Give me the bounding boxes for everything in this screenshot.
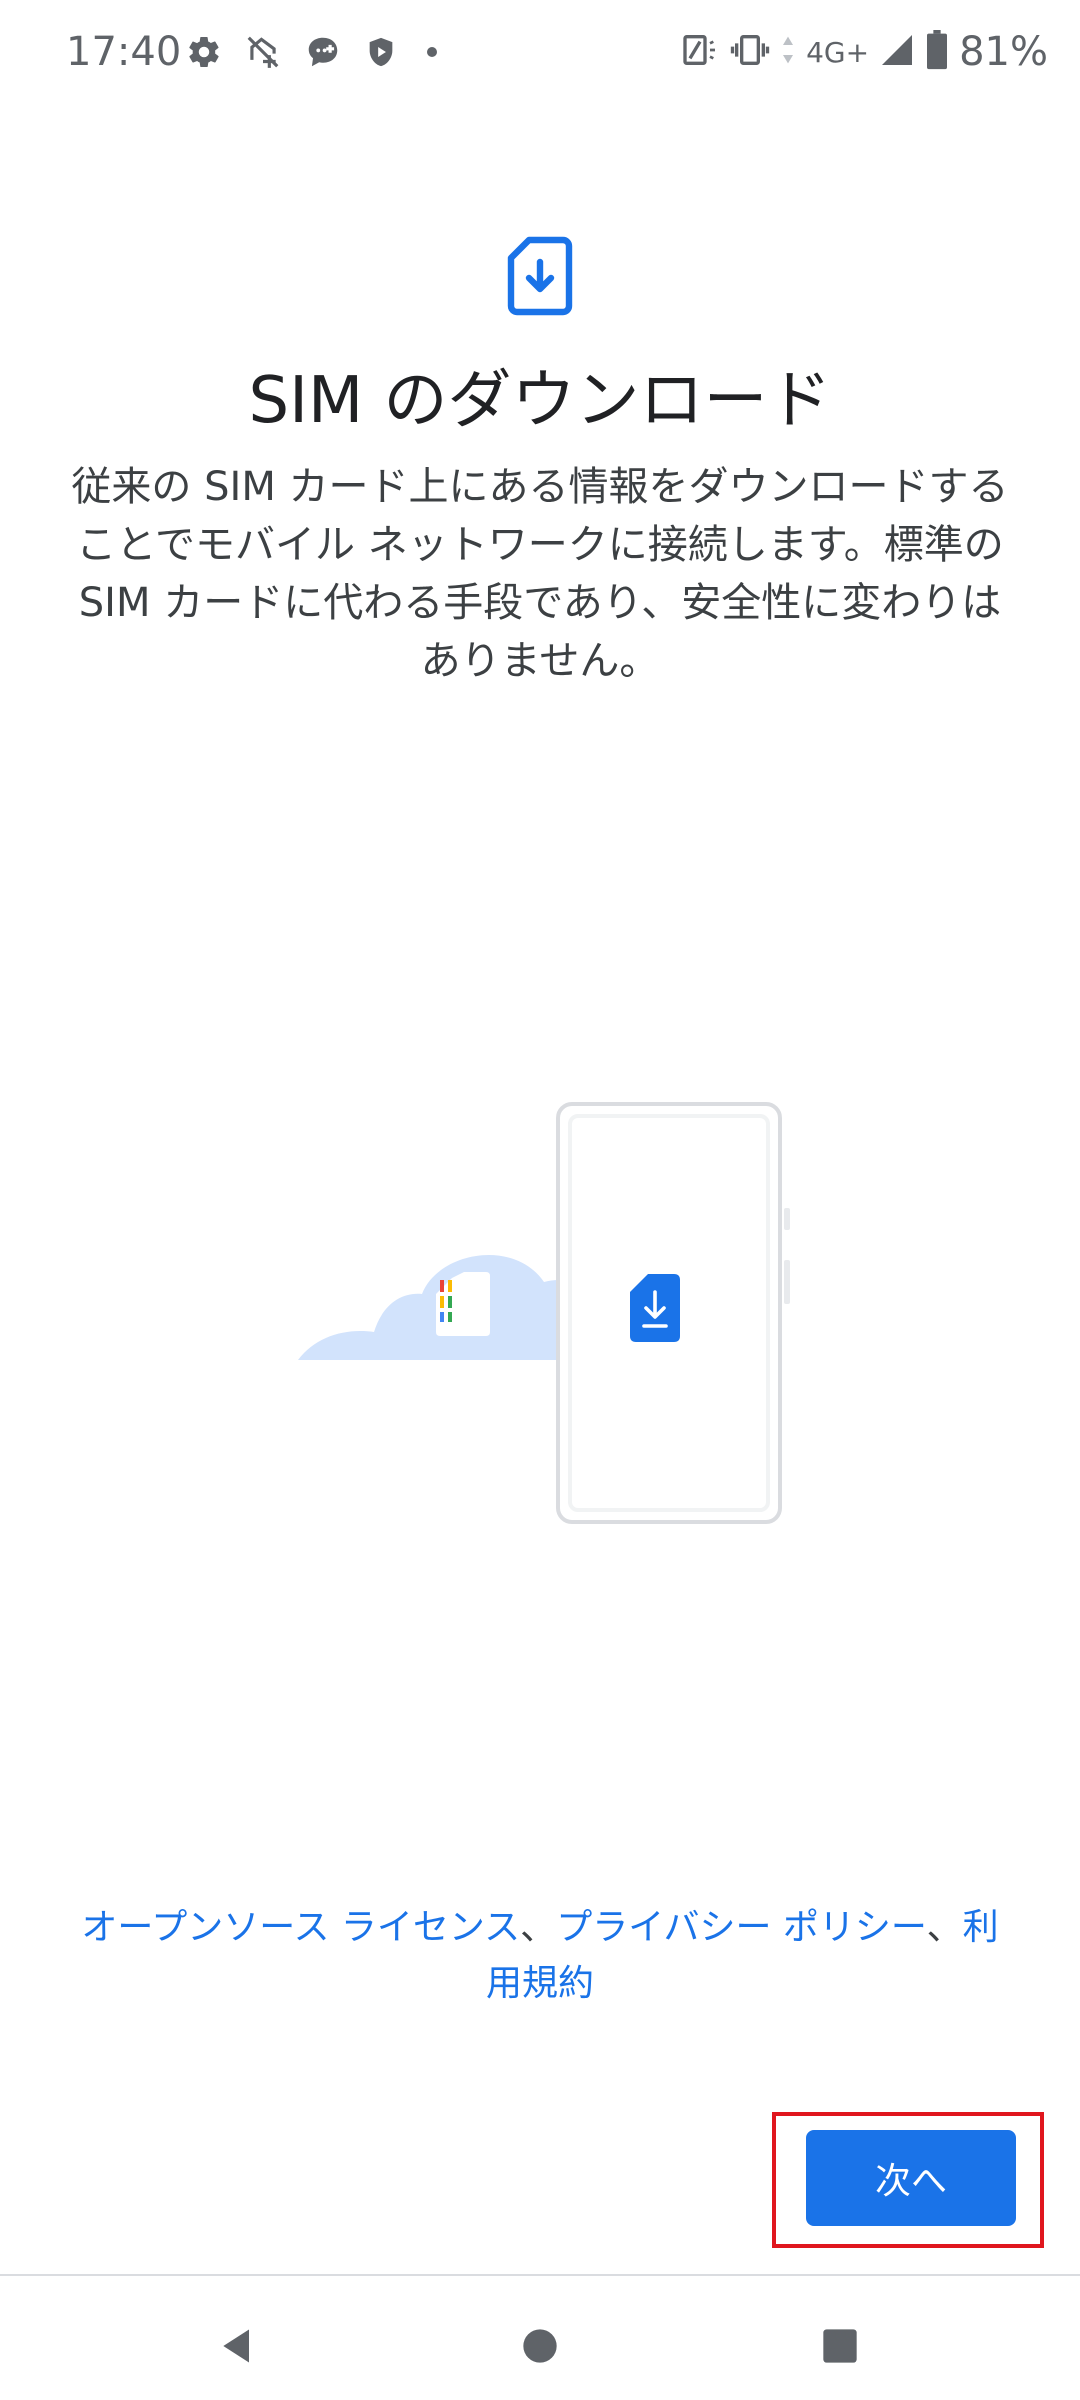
no-data-icon	[244, 33, 282, 71]
recents-icon[interactable]	[800, 2306, 880, 2386]
link-separator: 、	[926, 1907, 963, 1948]
esim-illustration	[296, 1096, 796, 1536]
navigation-bar	[0, 2274, 1080, 2400]
battery-icon	[925, 30, 949, 74]
chat-icon	[304, 33, 342, 71]
screen: 17:40 4G+ 81% SIM のダウンロード 従来の SIM カード上にあ…	[0, 0, 1080, 2400]
legal-links: オープンソース ライセンス、プライバシー ポリシー、利用規約	[64, 1900, 1016, 2012]
nfc-icon	[680, 30, 720, 74]
battery-percent: 81%	[959, 29, 1048, 75]
dot-icon	[420, 40, 444, 64]
status-bar: 17:40 4G+ 81%	[0, 0, 1080, 104]
data-arrows-icon	[780, 30, 796, 74]
sim-download-icon	[505, 236, 575, 316]
shield-play-icon	[364, 33, 398, 71]
home-icon[interactable]	[500, 2306, 580, 2386]
status-left-icons	[186, 32, 444, 72]
status-time: 17:40	[66, 29, 182, 75]
next-button[interactable]: 次へ	[806, 2130, 1016, 2226]
network-type: 4G+	[806, 35, 870, 69]
page-title: SIM のダウンロード	[248, 364, 832, 438]
open-source-license-link[interactable]: オープンソース ライセンス	[81, 1907, 520, 1948]
vibrate-icon	[730, 30, 770, 74]
privacy-policy-link[interactable]: プライバシー ポリシー	[556, 1907, 926, 1948]
back-icon[interactable]	[198, 2306, 278, 2386]
signal-icon	[879, 32, 915, 72]
settings-icon	[186, 34, 222, 70]
status-right: 4G+ 81%	[680, 26, 1048, 78]
link-separator: 、	[520, 1907, 557, 1948]
page-description: 従来の SIM カード上にある情報をダウンロードすることでモバイル ネットワーク…	[71, 464, 1009, 684]
